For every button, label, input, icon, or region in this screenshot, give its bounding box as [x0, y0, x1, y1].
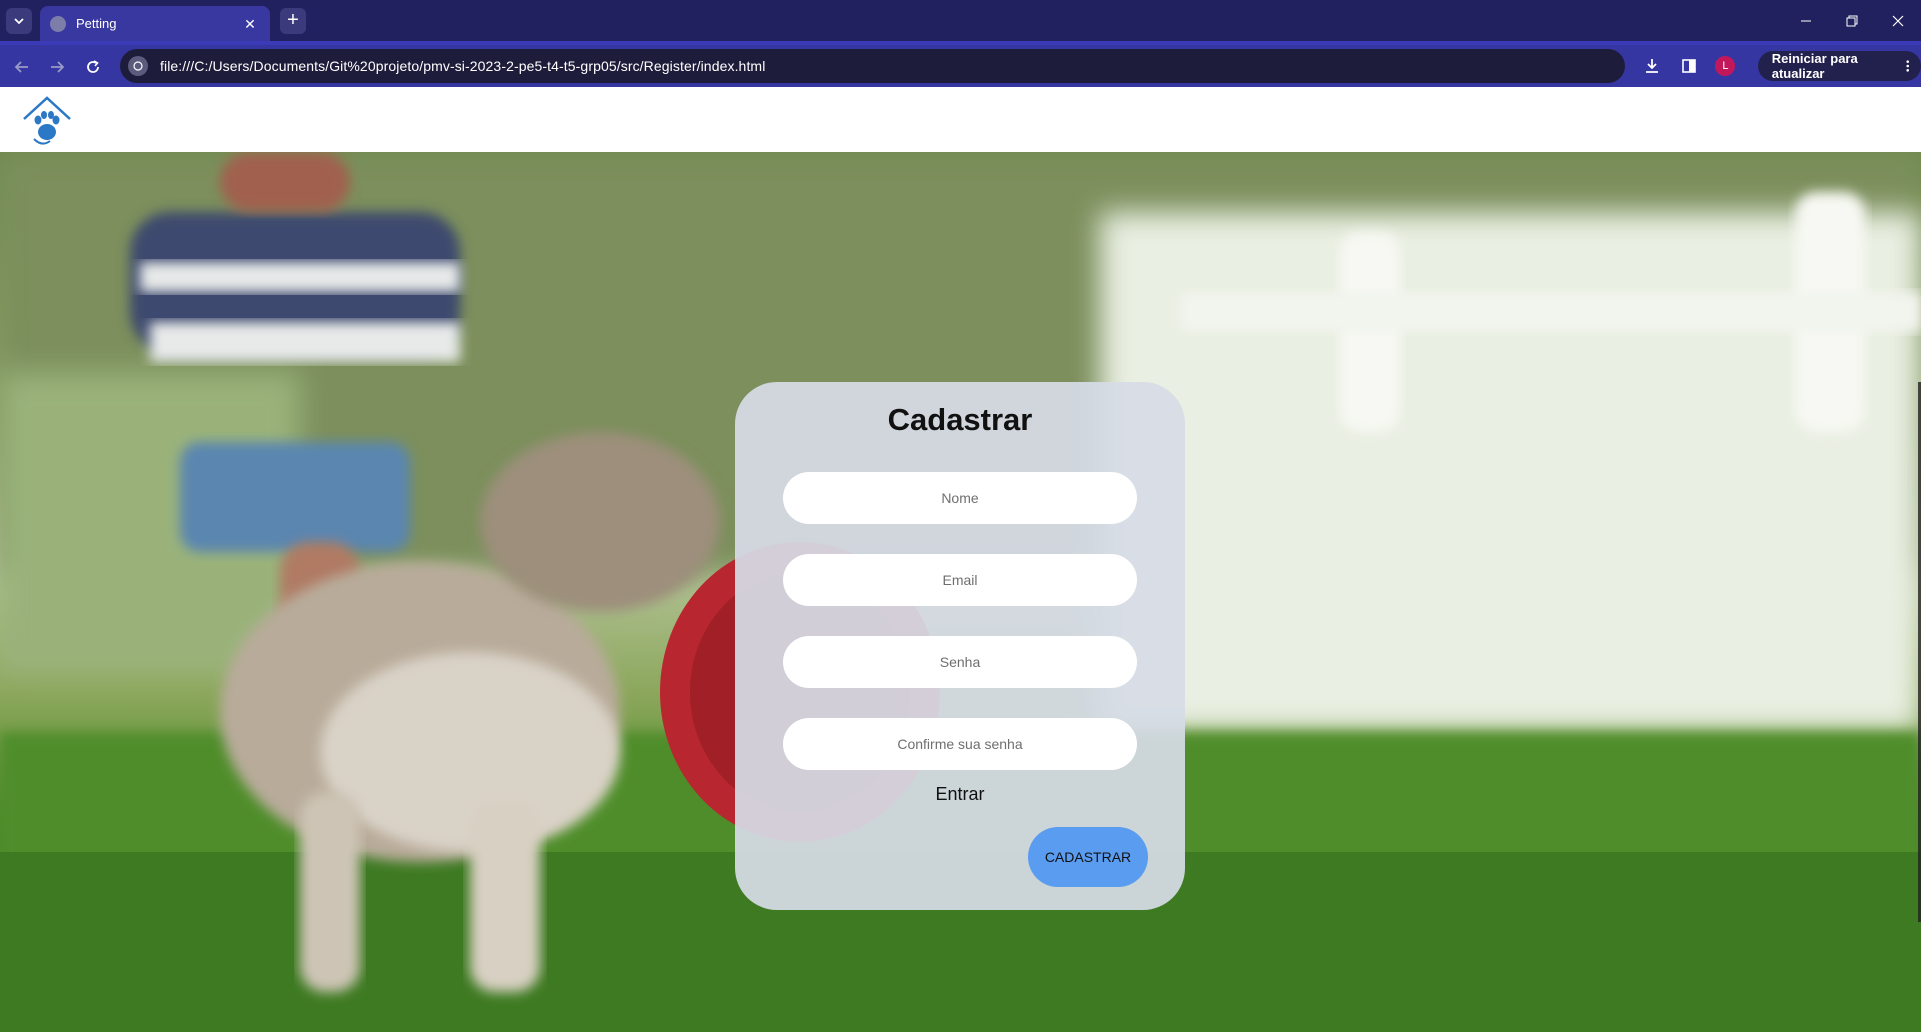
reload-button[interactable] [79, 53, 107, 81]
confirm-password-field[interactable] [783, 718, 1137, 770]
address-bar[interactable]: file:///C:/Users/Documents/Git%20projeto… [120, 49, 1625, 83]
globe-icon [50, 15, 66, 32]
window-close-icon [1892, 15, 1904, 26]
password-field[interactable] [783, 636, 1137, 688]
tab-search-button[interactable] [6, 8, 32, 34]
window-close-button[interactable] [1875, 0, 1921, 41]
site-info-icon[interactable] [128, 56, 148, 76]
avatar: L [1715, 56, 1736, 76]
side-panel-icon [1682, 59, 1696, 73]
email-field[interactable] [783, 554, 1137, 606]
update-button-label: Reiniciar para atualizar [1771, 51, 1858, 81]
browser-toolbar: file:///C:/Users/Documents/Git%20projeto… [0, 41, 1921, 87]
url-text: file:///C:/Users/Documents/Git%20projeto… [160, 58, 766, 74]
back-button[interactable] [8, 53, 36, 81]
minimize-icon [1801, 20, 1811, 21]
login-link[interactable]: Entrar [735, 784, 1185, 805]
download-button[interactable] [1640, 52, 1665, 80]
register-button[interactable]: CADASTRAR [1028, 827, 1148, 887]
site-header [0, 87, 1921, 152]
tab-strip: Petting ✕ + [0, 0, 1921, 41]
tab-title: Petting [76, 16, 117, 31]
reload-icon [87, 60, 99, 73]
close-icon[interactable]: ✕ [242, 16, 258, 32]
browser-tab[interactable]: Petting ✕ [40, 6, 270, 41]
restore-button[interactable] [1829, 0, 1875, 41]
side-panel-button[interactable] [1677, 52, 1702, 80]
new-tab-button[interactable]: + [280, 8, 306, 34]
house-paw-logo-icon[interactable] [20, 95, 74, 149]
back-arrow-icon [14, 61, 28, 73]
restore-icon [1846, 15, 1858, 26]
update-button[interactable]: Reiniciar para atualizar [1757, 51, 1921, 81]
chevron-down-icon [14, 18, 24, 25]
minimize-button[interactable] [1783, 0, 1829, 41]
form-title: Cadastrar [887, 402, 1033, 437]
name-field[interactable] [783, 472, 1137, 524]
kebab-menu-icon [1905, 60, 1909, 72]
download-icon [1646, 59, 1659, 73]
profile-button[interactable]: L [1713, 52, 1738, 80]
forward-button[interactable] [43, 53, 71, 81]
register-form-card: Cadastrar Entrar CADASTRAR [735, 382, 1185, 910]
page-viewport: Cadastrar Entrar CADASTRAR [0, 87, 1921, 1032]
forward-arrow-icon [51, 61, 65, 73]
